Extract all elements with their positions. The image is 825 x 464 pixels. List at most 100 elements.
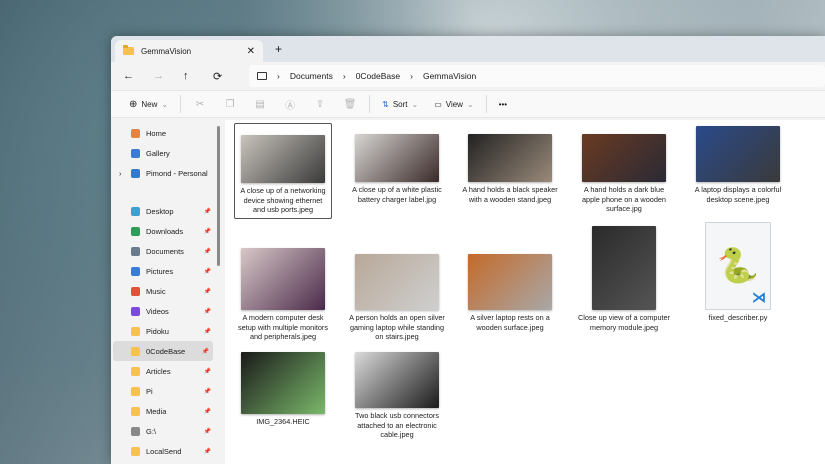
sidebar-item-videos[interactable]: Videos 📌 [111,301,215,321]
sidebar-item-home[interactable]: Home [111,123,215,143]
divider [485,95,487,113]
sidebar-item-localsend[interactable]: LocalSend 📌 [111,441,215,461]
cut-button[interactable]: ✂ [185,99,215,110]
folder-icon [131,446,140,456]
back-button[interactable]: ← [123,70,153,82]
location-icon [131,306,140,316]
image-thumbnail [468,134,552,182]
location-icon [131,266,140,276]
file-explorer-window: GemmaVision ✕ + ← → ↑ ⟳ › Documents › 0C… [111,36,825,464]
chevron-down-icon: ⌄ [411,99,419,109]
file-name: A modern computer desk setup with multip… [237,313,329,341]
sidebar-item-pidoku[interactable]: Pidoku 📌 [111,321,215,341]
sidebar-scrollbar[interactable] [217,126,220,266]
pin-icon: 📌 [203,228,211,235]
divider [369,95,371,113]
paste-button[interactable]: ▤ [245,99,275,110]
file-item[interactable]: A silver laptop rests on a wooden surfac… [461,222,559,332]
sidebar-item-articles[interactable]: Articles 📌 [111,361,215,381]
tab-gemmavision[interactable]: GemmaVision ✕ [115,40,263,62]
plus-circle-icon: ⊕ [129,98,138,110]
image-thumbnail [696,126,780,182]
sidebar-item-label: Media [146,406,167,416]
new-button[interactable]: ⊕ New ⌄ [121,99,176,110]
view-icon: ▭ [434,99,442,109]
file-name: Two black usb connectors attached to an … [355,411,439,439]
breadcrumb-0codebase[interactable]: 0CodeBase [356,71,400,81]
view-button[interactable]: ▭ View ⌄ [426,100,481,109]
clipboard-icon: ▤ [255,98,265,110]
sidebar-item-0codebase[interactable]: 0CodeBase 📌 [113,341,213,361]
sidebar-item-label: 0CodeBase [146,346,186,356]
file-item[interactable]: A modern computer desk setup with multip… [234,222,332,342]
file-name: A silver laptop rests on a wooden surfac… [470,313,550,332]
file-item[interactable]: A close up of a white plastic battery ch… [348,126,446,204]
location-icon [131,226,140,236]
sidebar-item-music[interactable]: Music 📌 [111,281,215,301]
file-name: A laptop displays a colorful desktop sce… [694,185,782,204]
location-icon [131,426,140,436]
sidebar-item-label: Music [146,286,166,296]
copy-button[interactable]: ❐ [215,99,245,110]
file-name: A close up of a white plastic battery ch… [352,185,442,204]
new-label: New [141,99,158,109]
pin-icon: 📌 [201,348,209,355]
share-button[interactable]: ⇪ [305,99,335,110]
folder-icon [123,45,134,55]
refresh-button[interactable]: ⟳ [213,70,243,83]
delete-button[interactable]: 🗑 [335,99,365,110]
file-item[interactable]: Two black usb connectors attached to an … [348,352,446,440]
sidebar-item-downloads[interactable]: Downloads 📌 [111,221,215,241]
sidebar-item-g-[interactable]: G:\ 📌 [111,421,215,441]
sidebar-item-label: Pictures [146,266,174,276]
location-icon [131,148,140,158]
file-item[interactable]: A hand holds a dark blue apple phone on … [575,126,673,214]
breadcrumb-gemmavision[interactable]: GemmaVision [423,71,476,81]
chevron-down-icon: ⌄ [466,99,474,109]
sort-label: Sort [392,99,408,109]
file-item[interactable]: A hand holds a black speaker with a wood… [461,126,559,204]
sidebar-item-media[interactable]: Media 📌 [111,401,215,421]
folder-icon [131,346,140,356]
folder-icon [131,406,140,416]
sidebar-item-pi[interactable]: Pi 📌 [111,381,215,401]
location-icon [131,206,140,216]
rename-button[interactable]: Ⓐ [275,97,305,112]
file-item[interactable]: Close up view of a computer memory modul… [575,222,673,332]
sidebar-item-label: Downloads [146,226,184,236]
sidebar-item-pictures[interactable]: Pictures 📌 [111,261,215,281]
pin-icon: 📌 [203,268,211,275]
sidebar-item-label: G:\ [146,426,157,436]
close-tab-button[interactable]: ✕ [247,46,255,57]
new-tab-button[interactable]: + [275,42,282,56]
chevron-right-icon: › [277,71,280,81]
file-item[interactable]: A person holds an open silver gaming lap… [348,222,446,342]
file-name: Close up view of a computer memory modul… [577,313,671,332]
copy-icon: ❐ [225,98,235,110]
file-item[interactable]: 🐍 ⋊ fixed_describer.py [689,222,787,323]
file-item[interactable]: IMG_2364.HEIC [234,352,332,427]
location-icon [131,168,140,178]
sidebar-item-pimond-personal[interactable]: › Pimond - Personal [111,163,215,183]
file-item[interactable]: A close up of a networking device showin… [234,123,332,219]
chevron-right-icon[interactable]: › [119,169,122,178]
sidebar-item-label: Pidoku [146,326,169,336]
navigation-pane: Home Gallery › Pimond - Personal Desktop 📌 Dow… [111,120,215,464]
up-button[interactable]: ↑ [183,70,213,82]
breadcrumb[interactable]: › Documents › 0CodeBase › GemmaVision [249,65,825,87]
computer-icon[interactable] [257,72,267,80]
breadcrumb-documents[interactable]: Documents [290,71,333,81]
sidebar-item-gallery[interactable]: Gallery [111,143,215,163]
sidebar-item-label: Articles [146,366,171,376]
file-item[interactable]: A laptop displays a colorful desktop sce… [689,126,787,204]
pin-icon: 📌 [203,208,211,215]
pin-icon: 📌 [203,388,211,395]
pin-icon: 📌 [203,248,211,255]
pin-icon: 📌 [203,428,211,435]
sidebar-item-label: Videos [146,306,169,316]
more-options-button[interactable]: ••• [491,100,515,109]
sidebar-item-desktop[interactable]: Desktop 📌 [111,201,215,221]
sort-button[interactable]: ⇅ Sort ⌄ [374,100,426,109]
forward-button[interactable]: → [153,70,183,82]
sidebar-item-documents[interactable]: Documents 📌 [111,241,215,261]
